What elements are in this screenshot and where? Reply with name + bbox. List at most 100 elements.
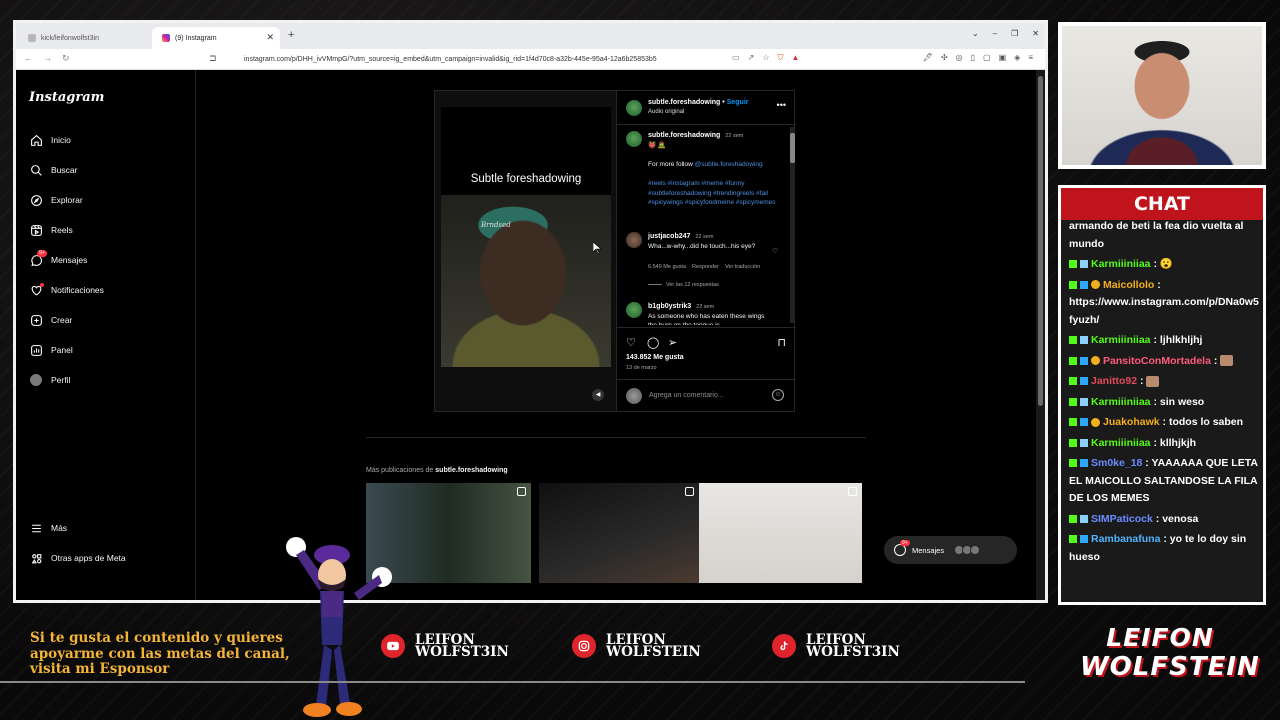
chat-username[interactable]: Sm0ke_18 xyxy=(1091,457,1142,469)
chat-username[interactable]: Juakohawk xyxy=(1103,416,1160,428)
vpn-icon[interactable]: ◈ xyxy=(1014,53,1020,62)
comment-user[interactable]: justjacob247 xyxy=(648,233,690,240)
mute-icon[interactable]: ◀ xyxy=(592,389,604,401)
instagram-logo[interactable]: Instagram xyxy=(29,90,104,105)
nav-otras-apps[interactable]: Otras apps de Meta xyxy=(29,550,126,566)
hashtags[interactable]: #reels #instagram #meme #funny #subtlefo… xyxy=(648,179,793,208)
likes-count[interactable]: 143.852 Me gusta xyxy=(626,354,684,361)
chat-username[interactable]: PansitoConMortadela xyxy=(1103,355,1211,367)
more-options-icon[interactable]: ••• xyxy=(777,100,786,110)
kick-badge-icon xyxy=(1069,418,1077,427)
chat-separator: : xyxy=(1150,395,1160,408)
share-icon[interactable]: ➢ xyxy=(668,336,677,349)
reply-button[interactable]: Responder xyxy=(692,264,719,270)
comment-time: 22 sem xyxy=(696,304,715,310)
brave-rewards-icon[interactable]: ▲ xyxy=(791,53,799,63)
reload-icon[interactable]: ↻ xyxy=(62,53,70,64)
page-scrollbar[interactable] xyxy=(1036,70,1045,600)
chat-username[interactable]: Karmiiiniiaa xyxy=(1091,258,1151,270)
messages-pill[interactable]: 9+ Mensajes xyxy=(884,536,1017,564)
translate-button[interactable]: Ver traducción xyxy=(725,264,760,270)
chat-username[interactable]: Janitto92 xyxy=(1091,375,1137,387)
chat-username[interactable]: Rambanafuna xyxy=(1091,533,1160,545)
nav-explorar[interactable]: Explorar xyxy=(29,192,83,208)
caption-mention[interactable]: @subtle.foreshadowing xyxy=(695,161,763,168)
nav-crear[interactable]: Crear xyxy=(29,312,72,328)
bookmark-icon[interactable]: ⊐ xyxy=(209,53,217,64)
new-tab-button[interactable]: + xyxy=(288,29,294,41)
comment-icon[interactable]: ◯ xyxy=(647,336,659,349)
nav-buscar[interactable]: Buscar xyxy=(29,162,77,178)
chat-username[interactable]: Maicollolo xyxy=(1103,279,1154,291)
more-posts-author[interactable]: subtle.foreshadowing xyxy=(435,467,507,474)
comment-meta: 6.549 Me gusta Responder Ver traducción xyxy=(648,264,760,270)
close-window-button[interactable]: ✕ xyxy=(1032,29,1039,38)
nav-reels[interactable]: Reels xyxy=(29,222,73,238)
view-replies[interactable]: Ver las 12 respuestas xyxy=(648,282,719,288)
back-icon[interactable]: ← xyxy=(24,53,33,64)
chat-username[interactable]: Karmiiiniiaa xyxy=(1091,396,1151,408)
menu-icon[interactable]: ≡ xyxy=(1028,53,1033,62)
cast-icon[interactable]: ▭ xyxy=(732,53,740,63)
nav-mas[interactable]: Más xyxy=(29,520,67,536)
author-avatar[interactable] xyxy=(626,131,642,147)
nav-panel[interactable]: Panel xyxy=(29,342,73,358)
commenter-avatar[interactable] xyxy=(626,302,642,318)
comment-input[interactable]: Agrega un comentario... xyxy=(649,392,724,399)
comment-user[interactable]: b1gb0ystrik3 xyxy=(648,303,691,310)
minimize-button[interactable]: – xyxy=(993,29,997,38)
nav-inicio[interactable]: Inicio xyxy=(29,132,71,148)
caption-author-name[interactable]: subtle.foreshadowing xyxy=(648,132,720,139)
author-name[interactable]: subtle.foreshadowing xyxy=(648,99,720,106)
nav-notificaciones[interactable]: Notificaciones xyxy=(29,282,104,298)
comment-like-icon[interactable]: ♡ xyxy=(772,247,778,255)
commenter-avatar[interactable] xyxy=(626,232,642,248)
audio-label[interactable]: Audio original xyxy=(648,109,684,115)
nav-mensajes[interactable]: 9+ Mensajes xyxy=(29,250,87,268)
author-avatar[interactable] xyxy=(626,100,642,116)
wallet-icon[interactable]: ▣ xyxy=(999,53,1007,62)
chat-username[interactable]: Karmiiiniiaa xyxy=(1091,334,1151,346)
share-icon[interactable]: ↗ xyxy=(748,53,755,63)
like-icon[interactable]: ♡ xyxy=(626,336,636,349)
close-tab-icon[interactable]: ✕ xyxy=(266,32,274,43)
plus-icon xyxy=(29,313,43,327)
chat-message: Karmiiiniiaa : ljhlkhljhj xyxy=(1069,332,1259,350)
post-thumbnail[interactable] xyxy=(539,483,699,583)
chat-username[interactable]: Karmiiiniiaa xyxy=(1091,437,1151,449)
address-bar: ← → ↻ ⊐ instagram.com/p/DHH_ivVMmpG/?utm… xyxy=(16,49,1045,70)
nav-perfil[interactable]: Perfil xyxy=(29,372,70,388)
chat-emote-icon xyxy=(1220,355,1234,367)
forward-icon[interactable]: → xyxy=(43,53,52,64)
post-thumbnail[interactable] xyxy=(699,483,862,583)
emoji-icon[interactable]: ☺ xyxy=(772,389,784,401)
brave-shield-icon[interactable]: ⛉ xyxy=(777,53,783,63)
tab-instagram[interactable]: (9) Instagram ✕ xyxy=(152,27,280,49)
logo-line2: WOLFSTEIN xyxy=(1080,652,1260,682)
comment-author-line: b1gb0ystrik3 22 sem xyxy=(648,303,714,310)
star-icon[interactable]: ☆ xyxy=(762,53,769,63)
chevron-down-icon[interactable]: ⌄ xyxy=(972,29,979,38)
nav-label: Reels xyxy=(51,225,73,235)
tab-icon[interactable]: ▢ xyxy=(983,53,991,62)
comments-scrollbar[interactable] xyxy=(790,127,795,323)
sidebar-icon[interactable]: ▯ xyxy=(971,53,975,62)
follow-button[interactable]: Seguir xyxy=(727,99,749,106)
comment-likes[interactable]: 6.549 Me gusta xyxy=(648,264,686,270)
camera-icon[interactable]: ◎ xyxy=(956,53,963,62)
maximize-button[interactable]: ❐ xyxy=(1011,29,1018,38)
caption-body: For more follow xyxy=(648,161,693,168)
chat-message: Karmiiiniiaa : sin weso xyxy=(1069,394,1259,412)
puzzle-icon[interactable]: ✣ xyxy=(941,53,948,62)
save-icon[interactable]: ⊓ xyxy=(777,336,786,349)
chat-text: ljhlkhljhj xyxy=(1159,334,1203,346)
gift-badge-icon xyxy=(1091,417,1100,427)
tab-kick[interactable]: kick/leifonwolfst3in xyxy=(18,27,148,49)
url-field[interactable]: instagram.com/p/DHH_ivVMmpG/?utm_source=… xyxy=(230,52,730,67)
verified-badge-icon xyxy=(1080,397,1088,406)
verified-badge-icon xyxy=(1080,438,1088,447)
chat-username[interactable]: SIMPaticock xyxy=(1091,513,1153,525)
reel-video[interactable]: Subtle foreshadowing Brndsed ◀ xyxy=(435,91,616,411)
cap-text: Brndsed xyxy=(481,221,511,229)
extension-icon[interactable]: 🖋 xyxy=(923,53,933,62)
